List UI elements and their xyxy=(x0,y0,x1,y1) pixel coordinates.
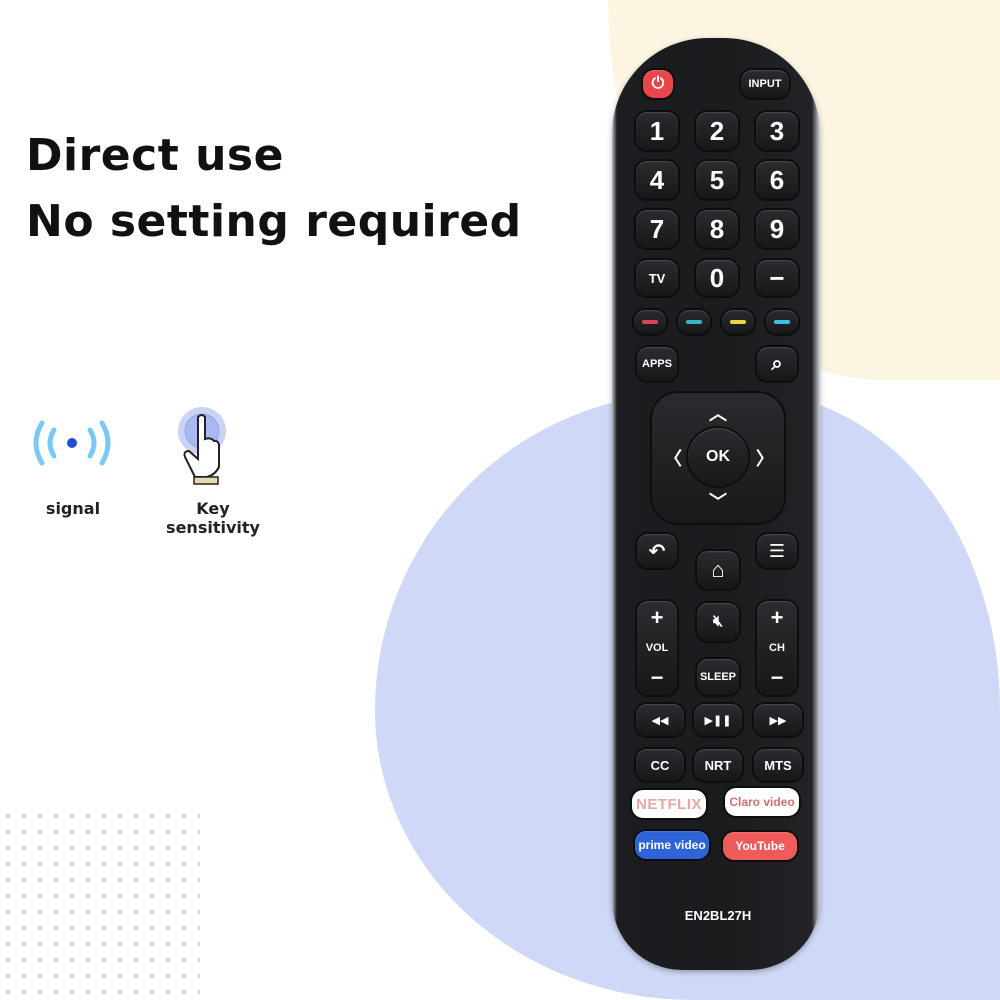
youtube-button[interactable]: YouTube xyxy=(723,832,797,860)
netflix-button[interactable]: NETFLIX xyxy=(632,790,706,818)
digit-7-button[interactable]: 7 xyxy=(636,210,678,248)
sleep-button[interactable]: SLEEP xyxy=(697,659,739,695)
cc-button[interactable]: CC xyxy=(636,749,684,781)
channel-rocker-minus[interactable]: − xyxy=(771,665,784,691)
ok-button[interactable]: OK xyxy=(688,428,748,486)
color-key-1[interactable] xyxy=(634,310,666,334)
model-label: EN2BL27H xyxy=(684,908,752,923)
play-pause-button[interactable]: ▶❚❚ xyxy=(694,704,742,736)
dpad-up-icon[interactable]: ︿ xyxy=(709,400,727,426)
key-sensitivity-label: Key sensitivity xyxy=(166,499,260,537)
rewind-button[interactable]: ◀◀ xyxy=(636,704,684,736)
color-bar xyxy=(730,320,746,324)
channel-rocker[interactable]: + CH − xyxy=(757,601,797,695)
dpad-left-icon[interactable]: 〈 xyxy=(664,445,682,471)
color-bar xyxy=(642,320,658,324)
color-key-3[interactable] xyxy=(722,310,754,334)
menu-button[interactable]: ☰ xyxy=(757,534,797,568)
tv-button[interactable]: TV xyxy=(636,260,678,296)
claro-video-button[interactable]: Claro video xyxy=(725,788,799,816)
digit-4-button[interactable]: 4 xyxy=(636,161,678,199)
nrt-button[interactable]: NRT xyxy=(694,749,742,781)
dpad-down-icon[interactable]: ﹀ xyxy=(709,488,727,514)
digit-0-button[interactable]: 0 xyxy=(696,260,738,296)
volume-rocker-plus[interactable]: + xyxy=(651,605,664,631)
touch-finger-icon xyxy=(178,407,226,485)
back-button[interactable]: ↶ xyxy=(637,534,677,568)
volume-rocker-minus[interactable]: − xyxy=(651,665,664,691)
digit-9-button[interactable]: 9 xyxy=(756,210,798,248)
prime-video-button[interactable]: prime video xyxy=(635,831,709,859)
color-key-4[interactable] xyxy=(766,310,798,334)
digit-8-button[interactable]: 8 xyxy=(696,210,738,248)
signal-icon xyxy=(33,420,111,466)
signal-label: signal xyxy=(45,499,101,518)
input-button[interactable]: INPUT xyxy=(741,70,789,98)
home-button[interactable]: ⌂ xyxy=(697,551,739,589)
dpad-right-icon[interactable]: 〉 xyxy=(756,445,774,471)
channel-rocker-plus[interactable]: + xyxy=(771,605,784,631)
digit-2-button[interactable]: 2 xyxy=(696,112,738,150)
search-button[interactable]: ⌕ xyxy=(757,347,797,381)
color-bar xyxy=(774,320,790,324)
digit-6-button[interactable]: 6 xyxy=(756,161,798,199)
color-key-2[interactable] xyxy=(678,310,710,334)
channel-rocker-label[interactable]: CH xyxy=(769,642,785,654)
fast-forward-button[interactable]: ▶▶ xyxy=(754,704,802,736)
color-bar xyxy=(686,320,702,324)
dot-pattern-decoration xyxy=(0,808,200,1000)
digit-1-button[interactable]: 1 xyxy=(636,112,678,150)
apps-button[interactable]: APPS xyxy=(637,347,677,381)
power-button[interactable]: ⏻ xyxy=(643,70,673,98)
mute-button[interactable]: 🔇︎ xyxy=(697,603,739,641)
headline-line1: Direct use xyxy=(26,130,284,181)
headline-line2: No setting required xyxy=(26,196,522,247)
mts-button[interactable]: MTS xyxy=(754,749,802,781)
digit-3-button[interactable]: 3 xyxy=(756,112,798,150)
minus-button[interactable]: − xyxy=(756,260,798,296)
volume-rocker[interactable]: + VOL − xyxy=(637,601,677,695)
volume-rocker-label[interactable]: VOL xyxy=(646,642,669,654)
digit-5-button[interactable]: 5 xyxy=(696,161,738,199)
